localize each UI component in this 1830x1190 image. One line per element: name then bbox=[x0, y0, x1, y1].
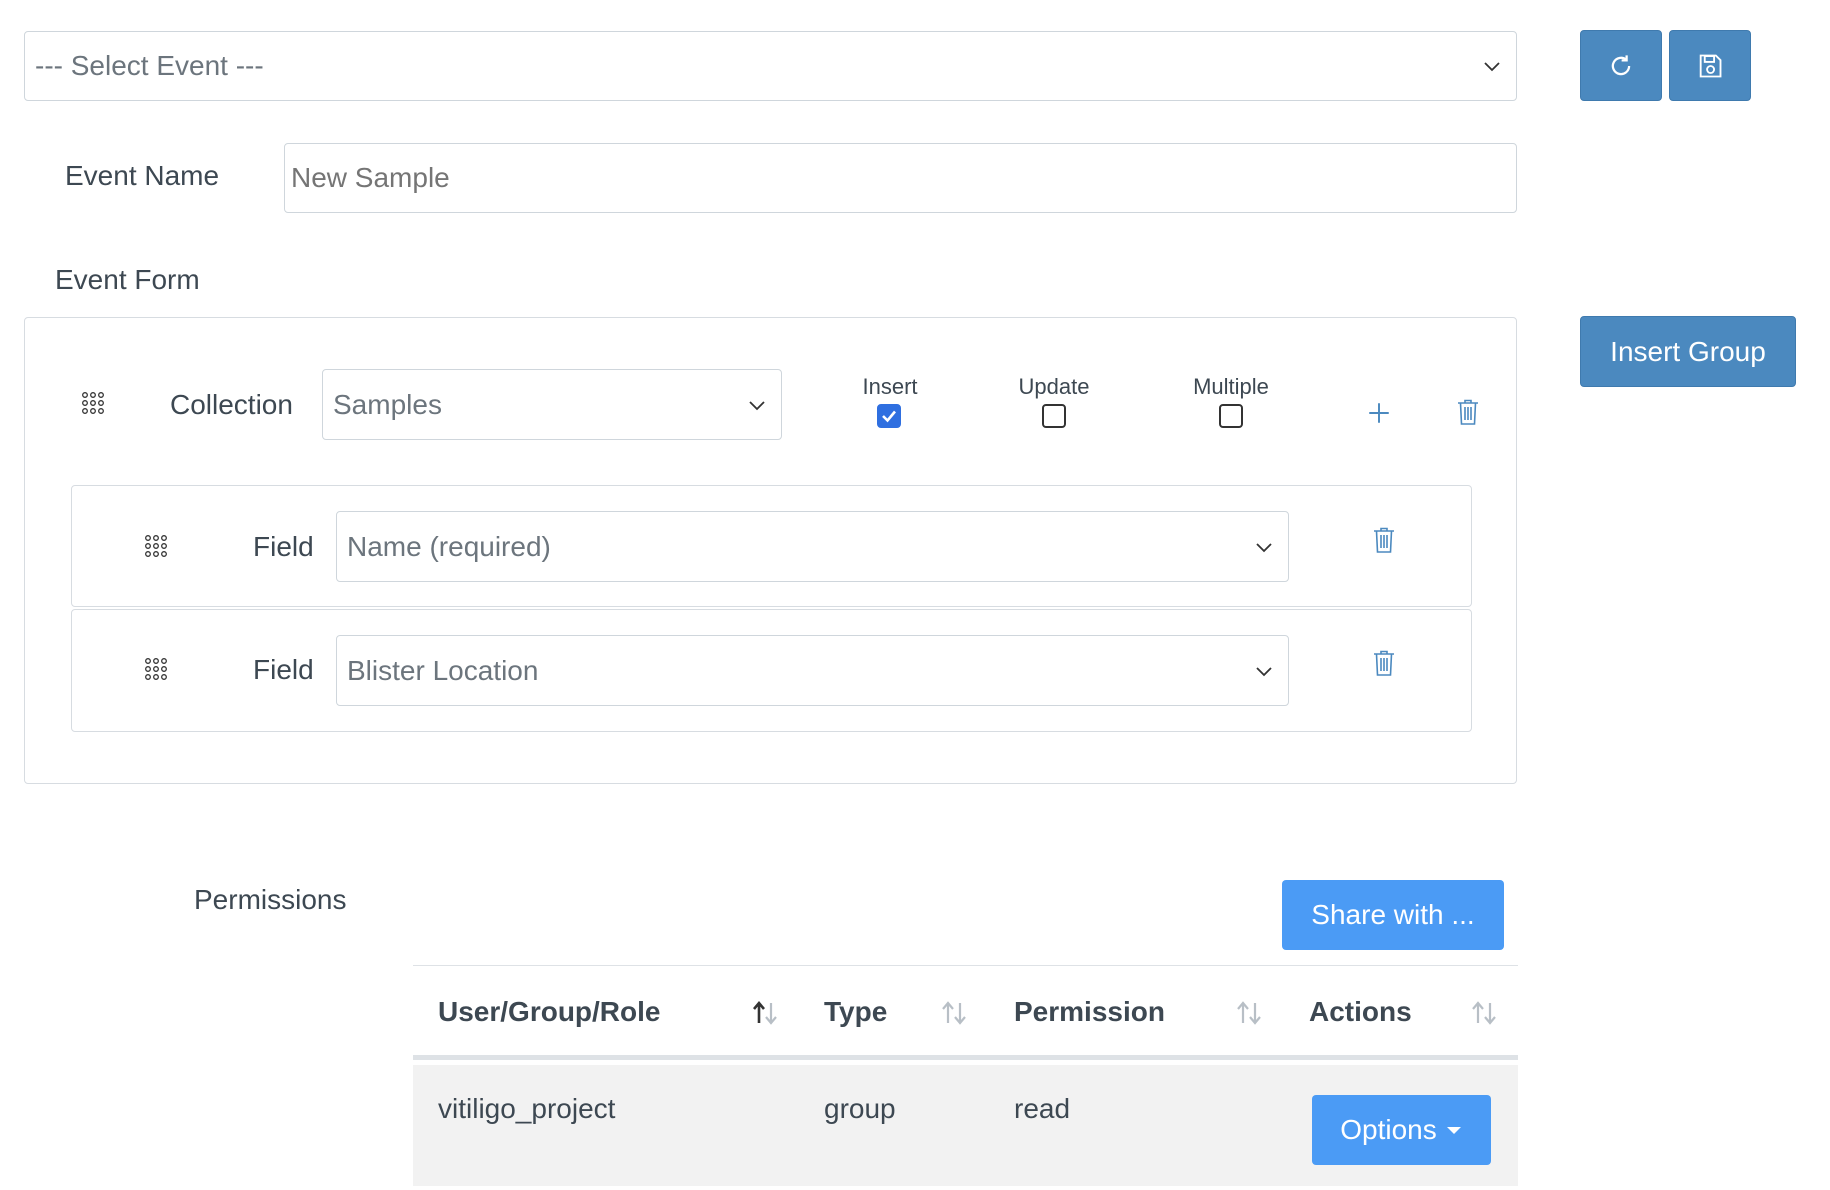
chevron-down-icon bbox=[749, 400, 765, 410]
update-checkbox[interactable] bbox=[1042, 404, 1066, 428]
collection-select[interactable]: Samples bbox=[322, 369, 782, 440]
field-select-value: Blister Location bbox=[347, 654, 539, 686]
drag-handle-icon[interactable] bbox=[81, 391, 109, 415]
event-select[interactable]: --- Select Event --- bbox=[24, 31, 1517, 101]
collection-select-value: Samples bbox=[333, 388, 442, 420]
trash-icon[interactable] bbox=[1372, 526, 1396, 554]
event-name-label: Event Name bbox=[65, 160, 220, 191]
update-checkbox-label: Update bbox=[1018, 374, 1090, 399]
permissions-table: User/Group/Role Type Permission Actions … bbox=[413, 965, 1518, 1186]
column-header-permission[interactable]: Permission bbox=[1014, 996, 1165, 1028]
table-header: User/Group/Role Type Permission Actions bbox=[413, 966, 1518, 1060]
caret-down-icon bbox=[1446, 1127, 1461, 1134]
column-header-user[interactable]: User/Group/Role bbox=[438, 996, 660, 1028]
share-with-button[interactable]: Share with ... bbox=[1282, 880, 1504, 950]
cell-user: vitiligo_project bbox=[438, 1093, 616, 1124]
chevron-down-icon bbox=[1256, 542, 1272, 552]
options-button-label: Options bbox=[1340, 1114, 1437, 1145]
sort-icon[interactable] bbox=[1470, 1000, 1498, 1026]
field-select-value: Name (required) bbox=[347, 530, 551, 562]
event-form-label: Event Form bbox=[55, 264, 200, 295]
add-field-icon[interactable] bbox=[1366, 400, 1392, 426]
cell-permission: read bbox=[1014, 1093, 1071, 1124]
field-label: Field bbox=[253, 654, 314, 685]
save-button[interactable] bbox=[1669, 30, 1751, 101]
collection-label: Collection bbox=[170, 389, 293, 420]
table-row: vitiligo_project group read Options bbox=[413, 1065, 1518, 1186]
insert-checkbox-label: Insert bbox=[862, 374, 918, 399]
field-select[interactable]: Blister Location bbox=[336, 635, 1289, 706]
insert-group-button[interactable]: Insert Group bbox=[1580, 316, 1796, 387]
cell-type: group bbox=[824, 1093, 896, 1124]
insert-checkbox[interactable] bbox=[877, 404, 901, 428]
column-header-type[interactable]: Type bbox=[824, 996, 887, 1028]
chevron-down-icon bbox=[1256, 666, 1272, 676]
refresh-icon bbox=[1611, 54, 1631, 75]
multiple-checkbox-label: Multiple bbox=[1193, 374, 1269, 399]
refresh-button[interactable] bbox=[1580, 30, 1662, 101]
drag-handle-icon[interactable] bbox=[144, 534, 172, 558]
trash-icon[interactable] bbox=[1372, 649, 1396, 677]
field-label: Field bbox=[253, 531, 314, 562]
multiple-checkbox[interactable] bbox=[1219, 404, 1243, 428]
sort-icon[interactable] bbox=[751, 1000, 779, 1026]
drag-handle-icon[interactable] bbox=[144, 657, 172, 681]
checkmark-icon bbox=[882, 410, 896, 423]
trash-icon[interactable] bbox=[1456, 398, 1480, 426]
event-name-input[interactable] bbox=[284, 143, 1517, 213]
options-dropdown-button[interactable]: Options bbox=[1312, 1095, 1491, 1165]
permissions-label: Permissions bbox=[194, 884, 347, 915]
chevron-down-icon bbox=[1484, 62, 1500, 72]
event-select-value: --- Select Event --- bbox=[35, 50, 264, 81]
floppy-disk-icon bbox=[1699, 54, 1722, 77]
field-select[interactable]: Name (required) bbox=[336, 511, 1289, 582]
sort-icon[interactable] bbox=[940, 1000, 968, 1026]
column-header-actions[interactable]: Actions bbox=[1309, 996, 1412, 1028]
sort-icon[interactable] bbox=[1235, 1000, 1263, 1026]
